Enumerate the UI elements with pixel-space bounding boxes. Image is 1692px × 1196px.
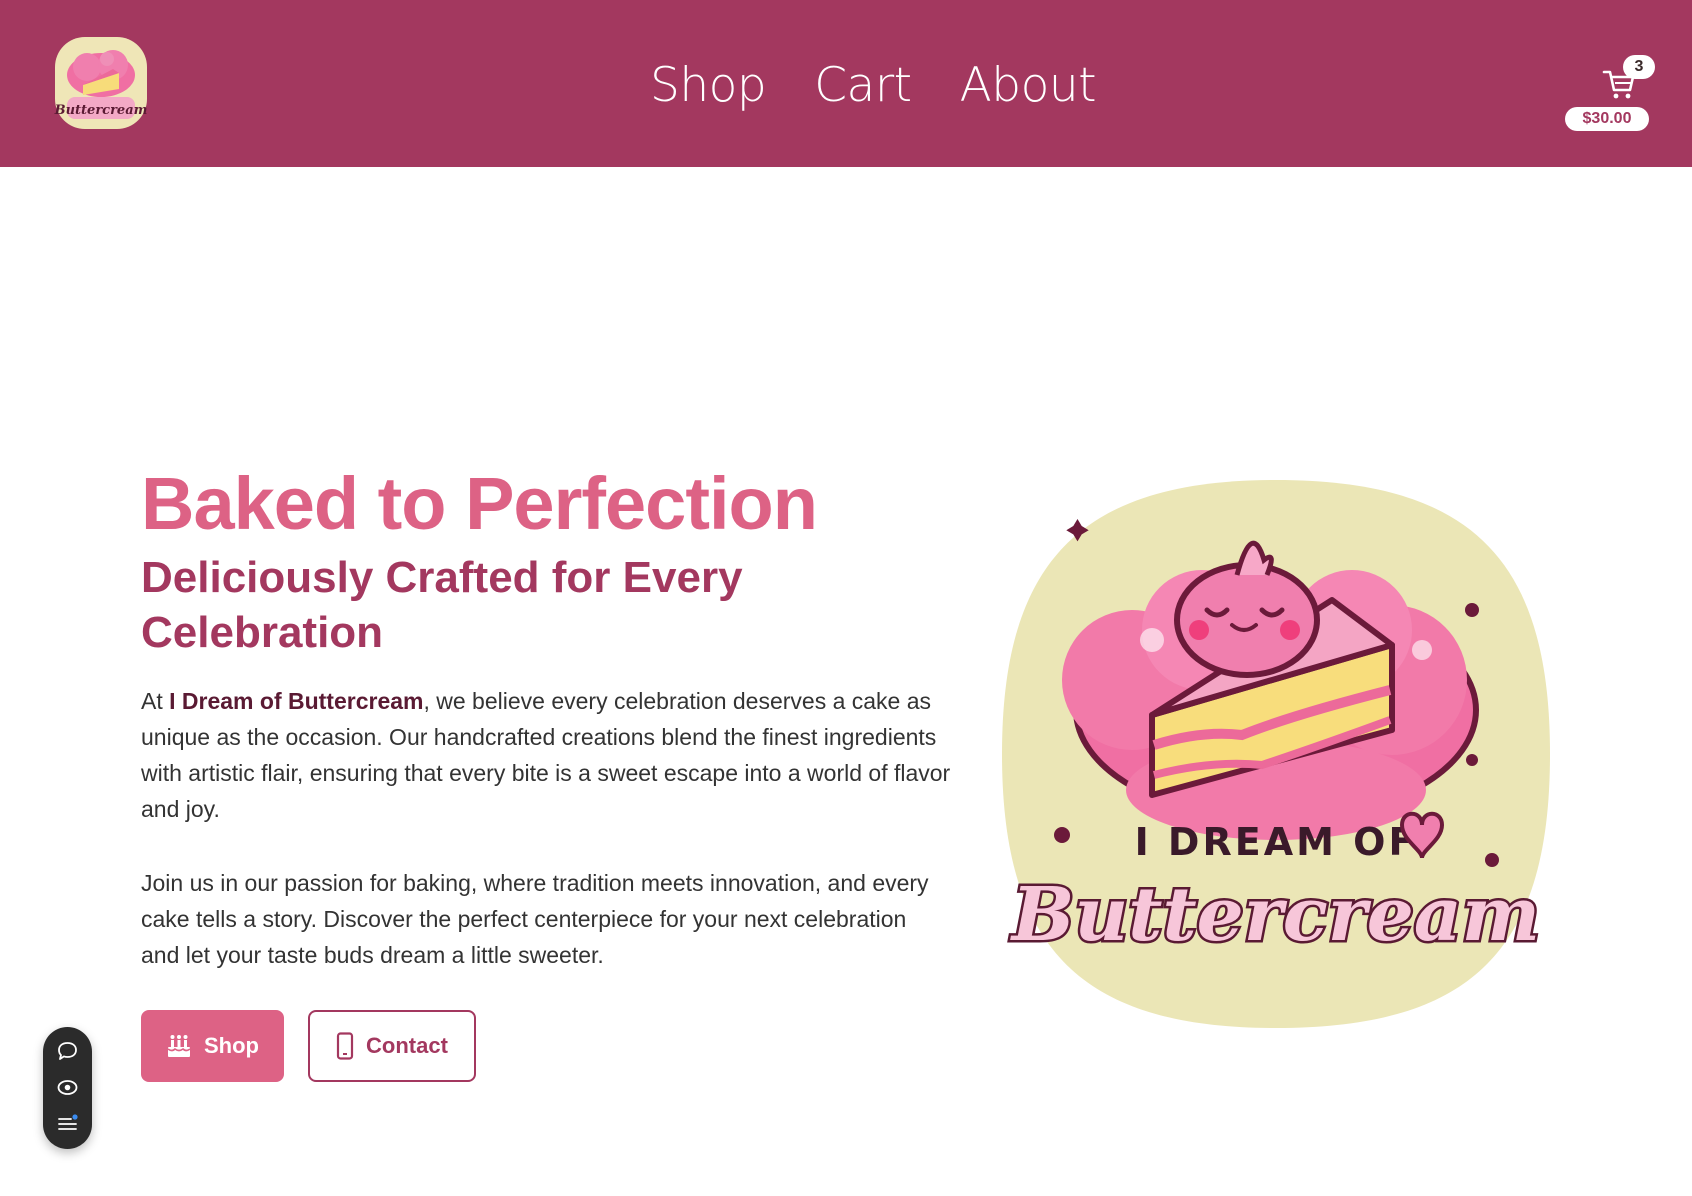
cart-total-badge: $30.00 [1565, 107, 1649, 131]
shop-button-label: Shop [204, 1033, 259, 1058]
cart-widget[interactable]: 3 $30.00 [1565, 52, 1655, 132]
menu-list-icon[interactable] [55, 1111, 80, 1136]
contact-button[interactable]: Contact [308, 1010, 476, 1082]
eye-icon[interactable] [55, 1075, 80, 1100]
para1-prefix: At [141, 688, 170, 714]
svg-text:Buttercream: Buttercream [54, 103, 148, 118]
nav-about[interactable]: About [960, 56, 1097, 116]
floating-toolbar [43, 1027, 92, 1149]
cart-count-badge: 3 [1623, 55, 1655, 79]
hero-image-line1: I DREAM OF [1135, 820, 1418, 864]
hero-title: Baked to Perfection [141, 462, 818, 545]
hero-subtitle: Deliciously Crafted for Every Celebratio… [141, 553, 743, 657]
hero-paragraph-1: At I Dream of Buttercream, we believe ev… [141, 683, 951, 827]
nav-cart[interactable]: Cart [814, 56, 912, 116]
hero-paragraph-2: Join us in our passion for baking, where… [141, 870, 929, 968]
shop-button[interactable]: Shop [141, 1010, 284, 1082]
nav-shop[interactable]: Shop [650, 56, 767, 116]
contact-button-label: Contact [366, 1033, 448, 1058]
brand-name: I Dream of Buttercream [169, 688, 424, 714]
hero-logo-image: I DREAM OF Buttercream [1002, 480, 1550, 1028]
main-nav: Shop Cart About [650, 56, 1097, 116]
birthday-cake-icon [167, 1035, 191, 1057]
chat-bubble-icon[interactable] [55, 1039, 80, 1064]
site-header: Buttercream Shop Cart About 3 $30.00 [0, 0, 1692, 167]
site-logo[interactable]: Buttercream [53, 35, 149, 131]
hero-image-line2: Buttercream [1010, 872, 1540, 958]
mobile-phone-icon [336, 1032, 354, 1060]
